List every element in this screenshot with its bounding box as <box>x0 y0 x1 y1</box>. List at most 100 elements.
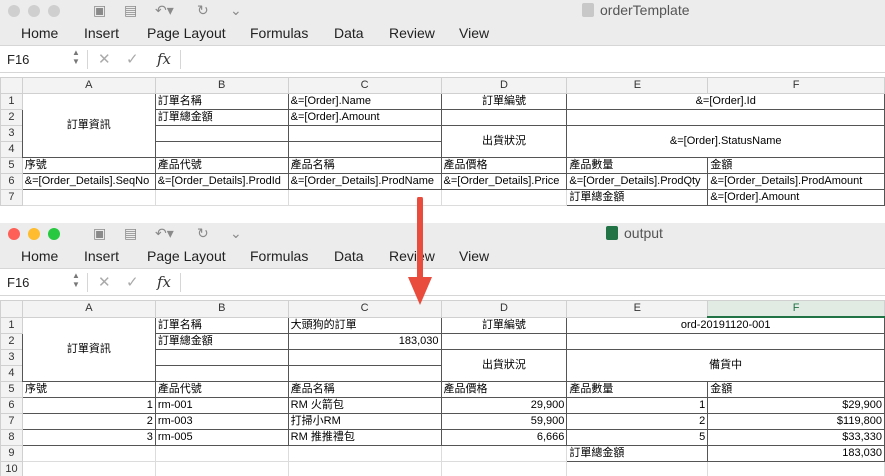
row-header[interactable]: 8 <box>0 429 23 446</box>
cell[interactable]: 大頭狗的訂單 <box>287 316 442 334</box>
sidebar-icon[interactable]: ▣ <box>93 225 106 242</box>
cell[interactable]: 59,900 <box>440 413 568 430</box>
tab-review[interactable]: Review <box>389 25 435 41</box>
cell[interactable]: &=[Order_Details].ProdAmount <box>707 173 885 190</box>
cell[interactable]: 產品代號 <box>154 381 289 398</box>
cell[interactable]: 1 <box>566 397 709 414</box>
row-header[interactable]: 6 <box>0 173 23 190</box>
cell[interactable]: 金額 <box>707 157 885 174</box>
name-box[interactable]: F16 <box>7 52 29 67</box>
cell[interactable]: 訂單名稱 <box>154 93 289 110</box>
cell[interactable]: 序號 <box>21 157 156 174</box>
column-header[interactable]: E <box>566 300 709 318</box>
cell[interactable]: 183,030 <box>707 445 885 462</box>
cell[interactable]: 2 <box>566 413 709 430</box>
select-all-corner[interactable] <box>0 300 23 318</box>
cell[interactable] <box>154 349 289 366</box>
row-header[interactable]: 6 <box>0 397 23 414</box>
cell[interactable]: 2 <box>21 413 156 430</box>
confirm-icon[interactable]: ✓ <box>126 50 139 68</box>
cell[interactable] <box>21 189 156 206</box>
cell[interactable]: 3 <box>21 429 156 446</box>
redo-icon[interactable]: ↻ <box>197 2 209 19</box>
cell[interactable] <box>287 125 442 142</box>
row-header[interactable]: 5 <box>0 381 23 398</box>
cell[interactable]: 產品價格 <box>440 381 568 398</box>
cell[interactable] <box>154 365 289 382</box>
undo-icon[interactable]: ↶▾ <box>155 225 174 242</box>
name-box[interactable]: F16 <box>7 275 29 290</box>
tab-insert[interactable]: Insert <box>84 248 119 264</box>
column-header[interactable]: A <box>21 77 156 94</box>
minimize-button[interactable] <box>28 228 40 240</box>
column-header[interactable]: D <box>440 300 568 318</box>
row-header[interactable]: 2 <box>0 333 23 350</box>
cell[interactable] <box>566 461 709 476</box>
row-header[interactable]: 1 <box>0 93 23 110</box>
cell[interactable]: 金額 <box>707 381 885 398</box>
column-header[interactable]: A <box>21 300 156 318</box>
cell[interactable] <box>440 189 568 206</box>
tab-formulas[interactable]: Formulas <box>250 248 308 264</box>
cell[interactable]: 29,900 <box>440 397 568 414</box>
cell[interactable]: 訂單資訊 <box>21 316 156 382</box>
tab-data[interactable]: Data <box>334 25 364 41</box>
cell[interactable]: $29,900 <box>707 397 885 414</box>
cell[interactable]: 1 <box>21 397 156 414</box>
cancel-icon[interactable]: ✕ <box>98 50 111 68</box>
cancel-icon[interactable]: ✕ <box>98 273 111 291</box>
cell[interactable]: 產品名稱 <box>287 381 442 398</box>
cell[interactable]: 訂單總金額 <box>566 445 709 462</box>
tab-insert[interactable]: Insert <box>84 25 119 41</box>
close-button[interactable] <box>8 5 20 17</box>
cell[interactable]: &=[Order].Amount <box>707 189 885 206</box>
customize-toolbar-icon[interactable]: ⌄ <box>230 2 242 19</box>
cell[interactable]: rm-001 <box>154 397 289 414</box>
cell[interactable]: 產品價格 <box>440 157 568 174</box>
cell[interactable]: 出貨狀況 <box>440 349 568 382</box>
column-header[interactable]: D <box>440 77 568 94</box>
tab-data[interactable]: Data <box>334 248 364 264</box>
cell[interactable]: 序號 <box>21 381 156 398</box>
chevron-updown-icon[interactable]: ▲ ▼ <box>72 48 80 66</box>
cell[interactable]: 訂單總金額 <box>566 189 709 206</box>
function-icon[interactable]: fx <box>157 273 171 291</box>
cell[interactable]: &=[Order_Details].SeqNo <box>21 173 156 190</box>
row-header[interactable]: 7 <box>0 189 23 206</box>
row-header[interactable]: 4 <box>0 141 23 158</box>
row-header[interactable]: 10 <box>0 461 23 476</box>
cell[interactable] <box>566 333 885 350</box>
row-header[interactable]: 9 <box>0 445 23 462</box>
customize-toolbar-icon[interactable]: ⌄ <box>230 225 242 242</box>
cell[interactable]: 6,666 <box>440 429 568 446</box>
cell[interactable] <box>440 461 568 476</box>
cell[interactable] <box>287 365 442 382</box>
cell[interactable]: 備貨中 <box>566 349 885 382</box>
cell[interactable]: &=[Order].StatusName <box>566 125 885 158</box>
cell[interactable]: 產品名稱 <box>287 157 442 174</box>
cell[interactable] <box>154 445 289 462</box>
confirm-icon[interactable]: ✓ <box>126 273 139 291</box>
cell[interactable] <box>21 445 156 462</box>
cell[interactable]: rm-003 <box>154 413 289 430</box>
cell[interactable] <box>707 461 885 476</box>
cell[interactable] <box>287 141 442 158</box>
cell[interactable]: &=[Order].Id <box>566 93 885 110</box>
row-header[interactable]: 2 <box>0 109 23 126</box>
cell[interactable]: 訂單總金額 <box>154 333 289 350</box>
cell[interactable] <box>154 461 289 476</box>
tab-home[interactable]: Home <box>21 25 58 41</box>
row-header[interactable]: 4 <box>0 365 23 382</box>
tab-home[interactable]: Home <box>21 248 58 264</box>
cell[interactable]: &=[Order_Details].ProdQty <box>566 173 709 190</box>
tab-formulas[interactable]: Formulas <box>250 25 308 41</box>
cell[interactable] <box>287 445 442 462</box>
cell[interactable]: 訂單編號 <box>440 93 568 110</box>
close-button[interactable] <box>8 228 20 240</box>
cell[interactable]: 183,030 <box>287 333 442 350</box>
cell[interactable] <box>154 189 289 206</box>
save-icon[interactable]: ▤ <box>124 2 137 19</box>
redo-icon[interactable]: ↻ <box>197 225 209 242</box>
cell[interactable] <box>154 141 289 158</box>
row-header[interactable]: 7 <box>0 413 23 430</box>
